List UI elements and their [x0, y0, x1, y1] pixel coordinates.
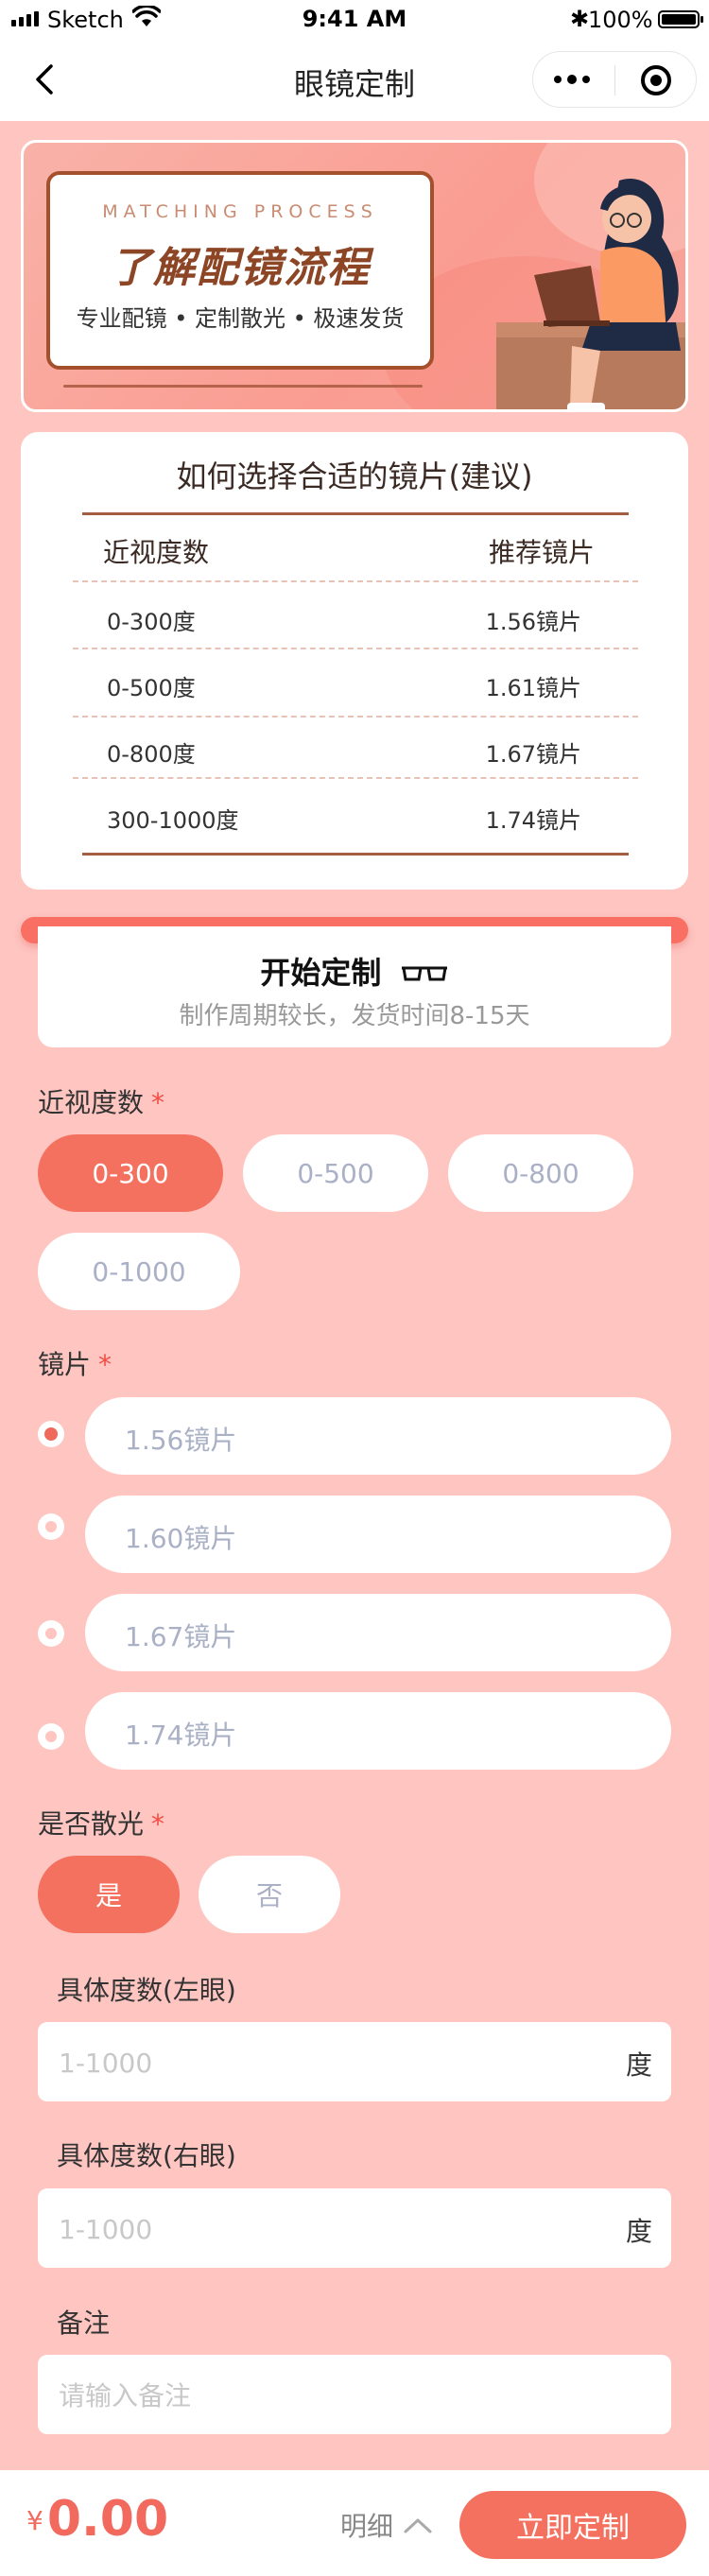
status-bar: Sketch 9:41 AM ✱ 100% — [0, 0, 709, 40]
price-detail-toggle[interactable]: 明细 — [340, 2506, 433, 2544]
required-mark: * — [151, 1087, 165, 1118]
banner-tags: 专业配镜 • 定制散光 • 极速发货 — [76, 305, 405, 332]
table-row: 0-300度 1.56镜片 — [107, 609, 581, 635]
table-top-rule — [82, 512, 629, 515]
header-myopia: 近视度数 — [103, 537, 210, 568]
note-field[interactable] — [38, 2355, 671, 2436]
detail-label: 明细 — [340, 2511, 394, 2542]
mini-program-capsule — [532, 51, 697, 108]
lens-radio-1-60[interactable] — [38, 1513, 64, 1540]
required-mark: * — [151, 1808, 165, 1840]
total-price: ¥0.00 — [26, 2491, 168, 2548]
lens-recommendation-card: 如何选择合适的镜片(建议) 近视度数 推荐镜片 0-300度 1.56镜片 0-… — [21, 432, 688, 890]
bottom-bar: ¥0.00 明细 立即定制 — [0, 2470, 709, 2576]
right-eye-unit: 度 — [625, 2216, 652, 2247]
myopia-option-0-1000[interactable]: 0-1000 — [38, 1233, 240, 1310]
battery-percent: 100% — [588, 7, 653, 33]
header-lens: 推荐镜片 — [488, 537, 595, 568]
left-eye-label: 具体度数(左眼) — [57, 1975, 236, 2006]
lens-option-1-60[interactable]: 1.60镜片 — [85, 1495, 671, 1573]
myopia-label: 近视度数 * — [38, 1087, 165, 1118]
customize-title: 开始定制 — [38, 949, 671, 993]
customize-now-button[interactable]: 立即定制 — [459, 2491, 686, 2559]
left-eye-unit: 度 — [625, 2049, 652, 2081]
astigmatism-label: 是否散光 * — [38, 1808, 165, 1840]
note-label: 备注 — [57, 2308, 111, 2339]
lens-radio-1-56[interactable] — [38, 1421, 64, 1447]
table-row: 300-1000度 1.74镜片 — [107, 807, 581, 834]
customize-header-card: 开始定制 制作周期较长，发货时间8-15天 — [38, 926, 671, 1047]
lens-option-1-67[interactable]: 1.67镜片 — [85, 1594, 671, 1671]
myopia-option-0-300[interactable]: 0-300 — [38, 1134, 223, 1212]
lens-option-1-74[interactable]: 1.74镜片 — [85, 1692, 671, 1770]
lens-label: 镜片 * — [38, 1349, 112, 1380]
note-input[interactable] — [57, 2355, 647, 2436]
recommendation-title: 如何选择合适的镜片(建议) — [176, 458, 533, 494]
lens-radio-1-67[interactable] — [38, 1620, 64, 1647]
lens-radio-1-74[interactable] — [38, 1723, 64, 1750]
table-row: 0-500度 1.61镜片 — [107, 675, 581, 701]
glasses-icon — [401, 966, 447, 981]
left-eye-input[interactable] — [57, 2022, 590, 2103]
astigmatism-no[interactable]: 否 — [199, 1856, 340, 1933]
required-mark: * — [98, 1349, 112, 1380]
battery-icon — [658, 10, 703, 28]
banner-underline — [63, 385, 423, 388]
price-value: 0.00 — [46, 2491, 169, 2548]
process-banner[interactable]: MATCHING PROCESS 了解配镜流程 专业配镜 • 定制散光 • 极速… — [21, 140, 688, 412]
more-icon[interactable] — [554, 73, 596, 86]
table-bottom-rule — [82, 853, 629, 856]
right-eye-label: 具体度数(右眼) — [57, 2140, 236, 2171]
left-eye-field[interactable]: 度 — [38, 2022, 671, 2103]
banner-en-title: MATCHING PROCESS — [102, 201, 378, 222]
myopia-option-0-800[interactable]: 0-800 — [448, 1134, 633, 1212]
close-target-icon[interactable] — [639, 63, 673, 97]
capsule-divider — [614, 65, 615, 95]
bluetooth-icon: ✱ — [570, 6, 590, 32]
right-eye-input[interactable] — [57, 2188, 590, 2270]
myopia-option-0-500[interactable]: 0-500 — [243, 1134, 428, 1212]
lens-option-1-56[interactable]: 1.56镜片 — [85, 1397, 671, 1475]
nav-bar: 眼镜定制 — [0, 40, 709, 121]
currency-symbol: ¥ — [26, 2505, 43, 2536]
banner-zh-title: 了解配镜流程 — [110, 244, 371, 292]
right-eye-field[interactable]: 度 — [38, 2188, 671, 2270]
table-header: 近视度数 推荐镜片 — [73, 532, 638, 570]
woman-with-laptop-illustration — [496, 179, 685, 409]
astigmatism-yes[interactable]: 是 — [38, 1856, 180, 1933]
banner-card: MATCHING PROCESS 了解配镜流程 专业配镜 • 定制散光 • 极速… — [46, 171, 434, 370]
chevron-up-icon — [404, 2518, 432, 2533]
table-row: 0-800度 1.67镜片 — [107, 741, 581, 768]
customize-subtitle: 制作周期较长，发货时间8-15天 — [179, 1002, 530, 1030]
